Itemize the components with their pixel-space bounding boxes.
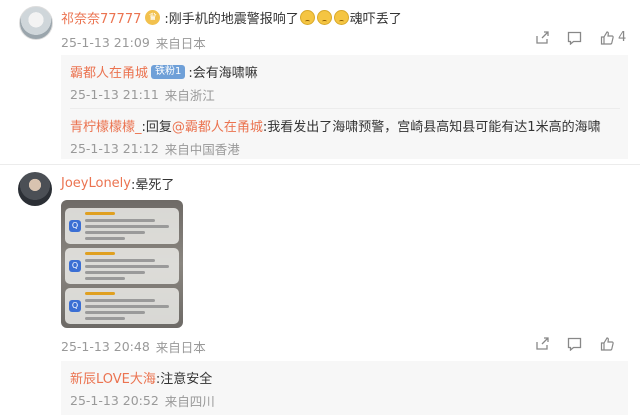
comment-2-time: 25-1-13 20:48 [61,339,150,354]
reply-item: 新辰LOVE大海 :注意安全 [70,368,212,387]
reply-label: :回复 [141,120,172,135]
member-crown-icon: ♛ [145,10,161,25]
fan-badge: 铁粉1 [151,64,186,79]
avatar[interactable] [19,6,53,40]
share-icon[interactable] [535,31,549,45]
reply-source: 来自中国香港 [164,142,240,157]
reply-meta: 25-1-13 20:52 来自四川 [70,391,221,410]
comment-1-body: 祁奈奈77777 ♛ :刚手机的地震警报响了 魂吓丢了 [61,8,402,27]
reply-username[interactable]: 青柠檬檬檬_ [70,116,142,135]
comment-2-text: :晕死了 [131,178,175,193]
reply-meta: 25-1-13 21:12 来自中国香港 [70,139,246,158]
comment-1-username[interactable]: 祁奈奈77777 [61,8,141,27]
reply-thread: 霸都人在甬城 铁粉1 :会有海啸嘛 25-1-13 21:11 来自浙江 青柠檬… [61,55,628,159]
reply-meta: 25-1-13 21:11 来自浙江 [70,85,221,104]
avatar[interactable] [18,172,52,206]
comment-1-meta: 25-1-13 21:09 来自日本 [61,33,212,52]
comment-2-username[interactable]: JoeyLonely [61,176,131,191]
sad-emoji-icon [299,10,315,25]
share-icon[interactable] [535,337,549,351]
app-icon: Q [69,300,81,312]
comment-2-source: 来自日本 [155,340,206,355]
like-icon [600,31,614,45]
divider [70,108,620,109]
reply-source: 来自浙江 [164,88,215,103]
reply-mention[interactable]: @霸都人在甬城 [172,116,263,135]
comment-1-text-prefix: :刚手机的地震警报响了 [164,12,299,27]
reply-source: 来自四川 [164,394,215,409]
sad-emoji-icon [316,10,332,25]
comment-2-body: JoeyLonely :晕死了 [61,174,174,193]
notification-card: Q [65,248,179,284]
reply-time: 25-1-13 21:11 [70,87,159,102]
app-icon: Q [69,220,81,232]
reply-text: :我看发出了海啸预警，宫崎县高知县可能有达1米高的海啸 [262,120,601,135]
comment-2-meta: 25-1-13 20:48 来自日本 [61,337,212,356]
like-count: 4 [618,30,627,45]
sad-emoji-icon [333,10,349,25]
app-icon: Q [69,260,81,272]
notification-card: Q [65,208,179,244]
like-icon[interactable] [600,337,614,351]
reply-text: :注意安全 [155,372,213,387]
notification-card: Q [65,288,179,324]
comment-2-actions [535,337,614,351]
reply-item: 霸都人在甬城 铁粉1 :会有海啸嘛 [70,62,258,81]
like-button[interactable]: 4 [600,30,626,46]
reply-time: 25-1-13 20:52 [70,393,159,408]
comment-1-source: 来自日本 [155,36,206,51]
comment-icon[interactable] [567,31,582,45]
comment-1-text-suffix: 魂吓丢了 [349,12,402,27]
reply-username[interactable]: 霸都人在甬城 [70,62,148,81]
comment-1-actions: 4 [535,30,626,46]
comment-divider [0,164,640,165]
reply-item: 青柠檬檬檬_ :回复 @霸都人在甬城 :我看发出了海啸预警，宫崎县高知县可能有达… [70,116,601,135]
reply-time: 25-1-13 21:12 [70,141,159,156]
attached-screenshot-image[interactable]: Q Q Q [61,200,183,328]
reply-text: :会有海啸嘛 [188,66,258,81]
reply-username[interactable]: 新辰LOVE大海 [70,368,156,387]
comment-icon[interactable] [567,337,582,351]
comment-1-time: 25-1-13 21:09 [61,35,150,50]
reply-thread: 新辰LOVE大海 :注意安全 25-1-13 20:52 来自四川 [61,361,628,415]
